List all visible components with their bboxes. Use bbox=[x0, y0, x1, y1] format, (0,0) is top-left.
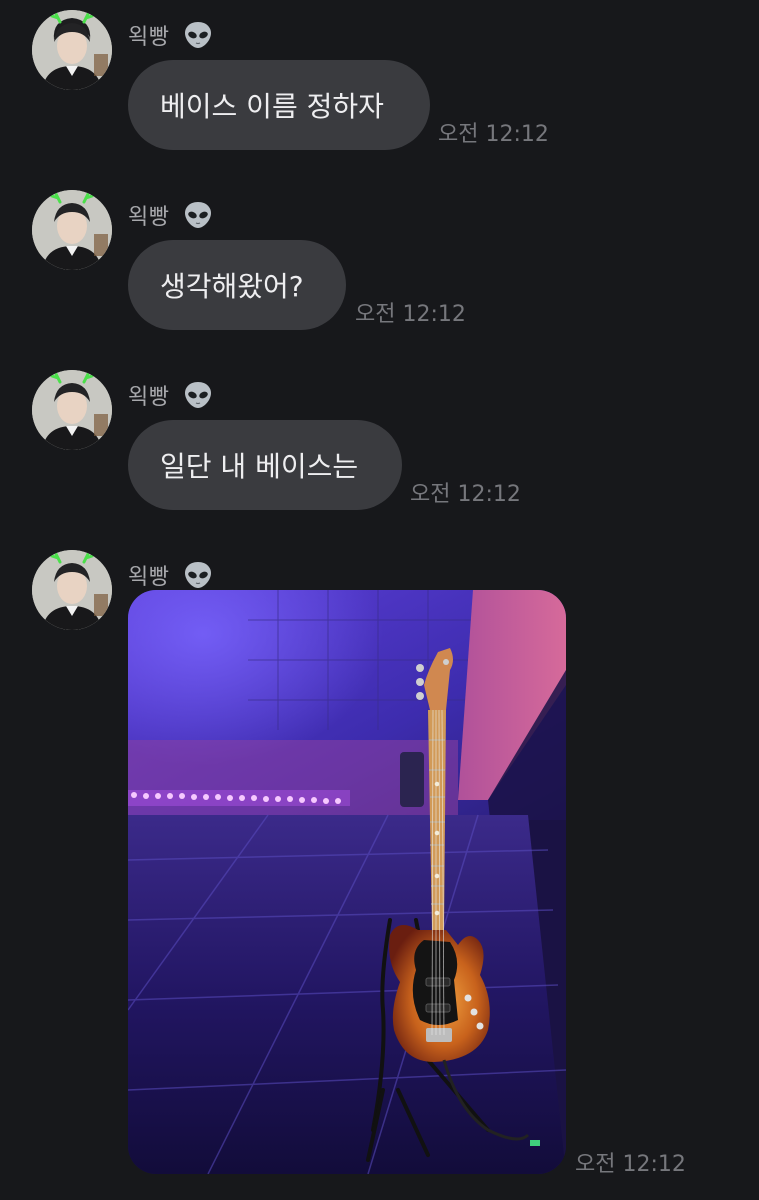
message-group-1: 왹빵 베이스 이름 정하자 오전 12:12 bbox=[0, 10, 759, 150]
sender-header: 왹빵 bbox=[128, 558, 213, 592]
sender-avatar[interactable] bbox=[32, 550, 112, 630]
sender-name: 왹빵 bbox=[128, 385, 170, 410]
sender-avatar[interactable] bbox=[32, 10, 112, 90]
message-bubble[interactable]: 생각해왔어? bbox=[128, 240, 346, 330]
sender-name: 왹빵 bbox=[128, 25, 170, 50]
message-group-4: 왹빵 오전 12:12 bbox=[0, 550, 759, 1190]
alien-emoji-icon bbox=[183, 560, 213, 590]
message-text: 베이스 이름 정하자 bbox=[160, 90, 384, 123]
alien-emoji-icon bbox=[183, 380, 213, 410]
sender-avatar[interactable] bbox=[32, 370, 112, 450]
sender-name: 왹빵 bbox=[128, 565, 170, 590]
alien-emoji-icon bbox=[183, 200, 213, 230]
message-text: 생각해왔어? bbox=[160, 270, 304, 303]
message-timestamp: 오전 12:12 bbox=[575, 1152, 686, 1177]
message-timestamp: 오전 12:12 bbox=[355, 302, 466, 327]
message-bubble[interactable]: 일단 내 베이스는 bbox=[128, 420, 402, 510]
sender-name: 왹빵 bbox=[128, 205, 170, 230]
sender-avatar[interactable] bbox=[32, 190, 112, 270]
message-timestamp: 오전 12:12 bbox=[410, 482, 521, 507]
alien-emoji-icon bbox=[183, 20, 213, 50]
message-timestamp: 오전 12:12 bbox=[438, 122, 549, 147]
message-text: 일단 내 베이스는 bbox=[160, 450, 359, 483]
bass-guitar-photo bbox=[128, 590, 566, 1174]
sender-header: 왹빵 bbox=[128, 198, 213, 232]
message-bubble[interactable]: 베이스 이름 정하자 bbox=[128, 60, 430, 150]
sender-header: 왹빵 bbox=[128, 18, 213, 52]
sender-header: 왹빵 bbox=[128, 378, 213, 412]
message-group-3: 왹빵 일단 내 베이스는 오전 12:12 bbox=[0, 370, 759, 510]
message-group-2: 왹빵 생각해왔어? 오전 12:12 bbox=[0, 190, 759, 330]
image-message[interactable] bbox=[128, 590, 566, 1174]
